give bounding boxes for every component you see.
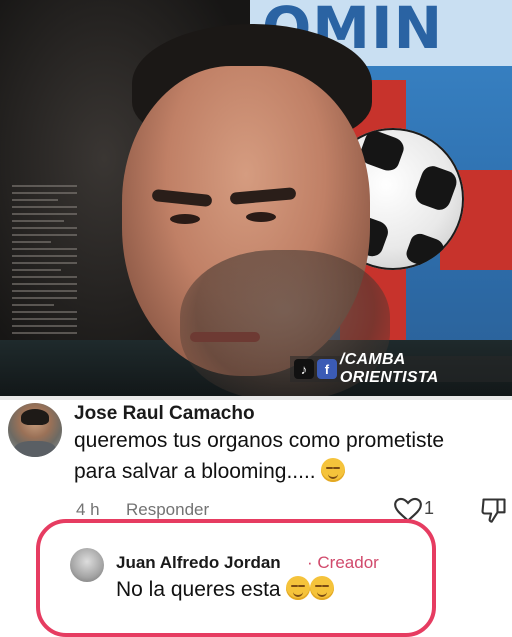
- tiktok-icon: ♪: [294, 359, 314, 379]
- thumbs-down-icon[interactable]: [480, 496, 508, 524]
- relieved-face-icon: [321, 458, 346, 482]
- comment-author[interactable]: Jose Raul Camacho: [74, 403, 255, 425]
- relieved-face-icon: [310, 576, 335, 600]
- divider: [0, 396, 512, 400]
- reply-text-content: No la queres esta: [116, 578, 281, 601]
- badge-label: Creador: [317, 553, 379, 572]
- reply-button[interactable]: Responder: [126, 500, 209, 520]
- facebook-icon: f: [316, 359, 337, 379]
- avatar[interactable]: [8, 403, 62, 457]
- reply-author[interactable]: Juan Alfredo Jordan: [116, 553, 281, 573]
- like-count: 1: [424, 498, 435, 518]
- reply-text: No la queres esta: [116, 576, 335, 602]
- creator-badge: · Creador: [307, 553, 379, 573]
- video-frame[interactable]: OMIN ♪ f /CAMBA ORIENTISTA: [0, 0, 512, 396]
- comment-time: 4 h: [76, 500, 100, 519]
- person: [60, 10, 390, 396]
- watermark-handle: /CAMBA ORIENTISTA: [339, 351, 439, 386]
- comment-text: queremos tus organos como prometiste par…: [74, 425, 444, 487]
- watermark: ♪ f /CAMBA ORIENTISTA: [290, 351, 512, 386]
- badge-separator: ·: [307, 553, 313, 572]
- relieved-face-icon: [286, 576, 311, 600]
- comment-line-2: para salvar a blooming.....: [74, 460, 316, 483]
- comment-line-1: queremos tus organos como prometiste: [74, 429, 445, 452]
- reply-avatar[interactable]: [70, 548, 104, 582]
